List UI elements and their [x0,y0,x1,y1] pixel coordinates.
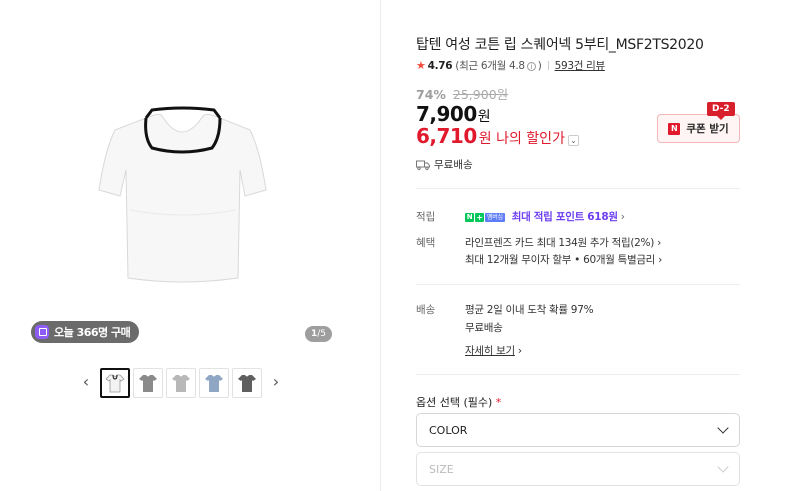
chevron-down-icon [717,422,729,434]
tshirt-icon [205,375,223,392]
thumbnail-3[interactable] [166,368,196,398]
chevron-right-icon: › [657,237,661,249]
size-select-value: SIZE [429,462,454,476]
discount-row: 74% 25,900원 [416,84,508,103]
coupon-button[interactable]: N 쿠폰 받기 [657,114,740,143]
tshirt-icon [238,375,256,392]
delivery-label: 배송 [416,304,436,316]
delivery-detail-link[interactable]: 자세히 보기 › [465,343,522,358]
chevron-left-icon: ‹ [82,372,90,391]
points-row[interactable]: N + 멤버십 최대 적립 포인트 618원 › [465,209,625,224]
color-select[interactable]: COLOR [416,413,740,447]
separator [547,61,549,70]
thumbnail-1[interactable] [100,368,130,398]
benefit-line-2[interactable]: 최대 12개월 무이자 할부 • 60개월 특별금리 › [465,252,662,267]
column-divider [380,0,381,491]
original-price: 25,900원 [452,87,509,102]
thumbnail-2[interactable] [133,368,163,398]
my-price-row[interactable]: 6,710 원 나의 할인가 ⌄ [416,124,579,148]
option-label: 옵션 선택 (필수) * [416,396,502,409]
page-total: /5 [317,329,327,339]
n-logo-icon: N [668,122,681,135]
image-page-indicator: 1/5 [305,326,332,342]
divider [416,188,740,189]
truck-icon [416,160,430,170]
info-icon[interactable]: i [526,62,536,71]
product-main-image[interactable] [90,90,275,290]
tshirt-icon [139,375,157,392]
divider [416,374,740,375]
star-icon: ★ [416,59,426,72]
thumbnail-4[interactable] [199,368,229,398]
divider [416,284,740,285]
tshirt-icon [105,374,125,393]
dday-badge: D-2 [707,102,735,120]
points-label: 적립 [416,211,436,223]
color-select-value: COLOR [429,423,468,437]
tshirt-icon [172,375,190,392]
chevron-right-icon: › [517,345,522,357]
chevron-right-icon: › [620,211,625,223]
my-discount-price: 6,710 [416,124,477,148]
delivery-line-2: 무료배송 [465,322,503,334]
shopping-bag-icon [35,325,49,339]
discount-percent: 74% [416,87,446,102]
delivery-line-1: 평균 2일 이내 도착 확률 97% [465,304,594,316]
my-price-label: 원 나의 할인가 [478,131,565,147]
required-mark: * [495,396,502,409]
size-select[interactable]: SIZE [416,452,740,486]
points-text: 최대 적립 포인트 618원 [511,211,618,223]
chevron-down-icon [717,461,729,473]
coupon-label: 쿠폰 받기 [686,123,729,135]
purchase-count-badge: 오늘 366명 구매 [31,321,140,343]
thumb-next-button[interactable]: › [270,373,282,391]
price-unit: 원 [477,109,491,125]
npay-membership-icon: N + 멤버십 [465,212,505,222]
chevron-down-icon[interactable]: ⌄ [567,135,579,146]
chevron-right-icon: › [272,372,280,391]
shipping-summary: 무료배송 [416,157,473,172]
sale-price: 7,900 [416,102,477,126]
price-row: 7,900원 [416,102,491,126]
chevron-right-icon: › [658,254,662,266]
rating-score: 4.76 [427,59,453,72]
rating-row: ★ 4.76 (최근 6개월 4.8 i) 593건 리뷰 [416,58,605,73]
product-page: 오늘 366명 구매 1/5 ‹ › 탑텐 여성 코튼 립 스퀘어넥 5부티_M… [0,0,790,491]
thumbnail-strip [100,368,262,398]
benefit-label: 혜택 [416,237,436,249]
thumbnail-5[interactable] [232,368,262,398]
purchase-count-text: 오늘 366명 구매 [54,326,131,339]
benefit-line-1[interactable]: 라인프렌즈 카드 최대 134원 추가 적립(2%) › [465,235,661,250]
thumb-prev-button[interactable]: ‹ [80,373,92,391]
product-title: 탑텐 여성 코튼 립 스퀘어넥 5부티_MSF2TS2020 [416,37,704,53]
rating-recent: (최근 6개월 4.8 i) [455,60,542,72]
shipping-text: 무료배송 [434,159,473,171]
review-count-link[interactable]: 593건 리뷰 [555,58,606,73]
